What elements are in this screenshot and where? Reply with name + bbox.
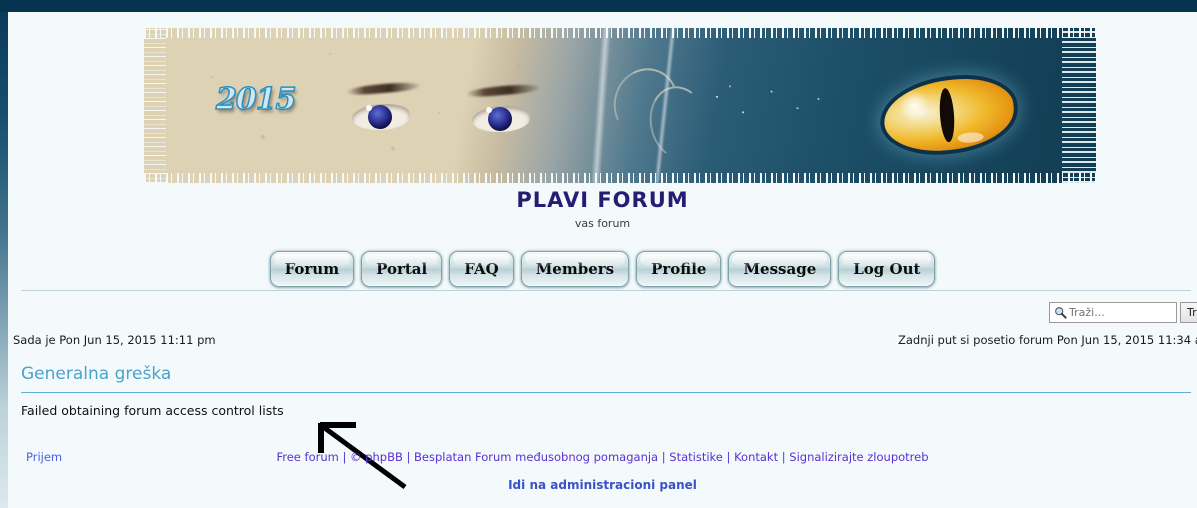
nav-profile[interactable]: Profile — [636, 251, 722, 287]
forum-banner[interactable]: 2015 — [144, 28, 1096, 183]
nav-faq[interactable]: FAQ — [449, 251, 514, 287]
main-navigation: Forum Portal FAQ Members Profile Message… — [8, 251, 1197, 287]
forum-page: 2015 PLAVI FORUM vas forum Forum Portal … — [0, 0, 1197, 508]
footer-link-signalizirajte[interactable]: Signalizirajte zloupotreb — [789, 450, 928, 464]
left-gradient-strip — [0, 12, 8, 508]
admin-panel-row: Idi na administracioni panel — [8, 478, 1197, 492]
footer-link-phpbb[interactable]: © phpBB — [350, 450, 403, 464]
footer-sep-5: | — [781, 450, 786, 464]
last-visit-text: Zadnji put si posetio forum Pon Jun 15, … — [898, 333, 1197, 347]
nav-members[interactable]: Members — [520, 251, 630, 287]
banner-image: 2015 — [144, 28, 1096, 183]
error-title: Generalna greška — [21, 364, 172, 384]
footer-sep-1: | — [342, 450, 347, 464]
search-input-wrapper[interactable] — [1049, 302, 1177, 323]
banner-torn-edge-top — [144, 28, 1096, 38]
footer-sep-2: | — [406, 450, 411, 464]
search-bar: Traži — [1049, 302, 1197, 323]
footer-link-statistike[interactable]: Statistike — [669, 450, 723, 464]
page-subtitle: vas forum — [574, 217, 631, 230]
footer-link-kontakt[interactable]: Kontakt — [734, 450, 778, 464]
footer-link-besplatan-forum[interactable]: Besplatan Forum međusobnog pomaganja — [414, 450, 658, 464]
banner-sparkle-texture — [704, 76, 834, 128]
banner-torn-edge-left — [144, 28, 166, 183]
admin-panel-link[interactable]: Idi na administracioni panel — [508, 478, 697, 492]
banner-streak-1 — [590, 28, 612, 183]
search-input[interactable] — [1069, 306, 1173, 319]
nav-divider — [21, 290, 1191, 291]
footer-sep-4: | — [726, 450, 731, 464]
page-title: PLAVI FORUM — [516, 188, 689, 212]
human-eye-right-icon — [464, 82, 542, 136]
footer-link-free-forum[interactable]: Free forum — [276, 450, 338, 464]
error-message: Failed obtaining forum access control li… — [21, 403, 284, 418]
cat-eye-icon — [881, 75, 1017, 155]
banner-year-text: 2015 — [215, 81, 297, 118]
error-divider — [21, 392, 1191, 393]
nav-forum[interactable]: Forum — [269, 251, 355, 287]
nav-logout[interactable]: Log Out — [838, 251, 936, 287]
banner-torn-edge-bottom — [144, 173, 1096, 183]
current-time-text: Sada je Pon Jun 15, 2015 11:11 pm — [13, 333, 216, 347]
search-icon — [1055, 307, 1067, 319]
human-eye-left-icon — [344, 80, 422, 134]
search-button[interactable]: Traži — [1180, 302, 1197, 323]
nav-portal[interactable]: Portal — [361, 251, 443, 287]
footer-sep-3: | — [661, 450, 666, 464]
banner-torn-edge-right — [1062, 28, 1096, 183]
browser-top-bar — [0, 0, 1197, 12]
page-content: 2015 PLAVI FORUM vas forum Forum Portal … — [8, 12, 1197, 508]
footer-links: Free forum | © phpBB | Besplatan Forum m… — [8, 450, 1197, 464]
nav-message[interactable]: Message — [728, 251, 832, 287]
